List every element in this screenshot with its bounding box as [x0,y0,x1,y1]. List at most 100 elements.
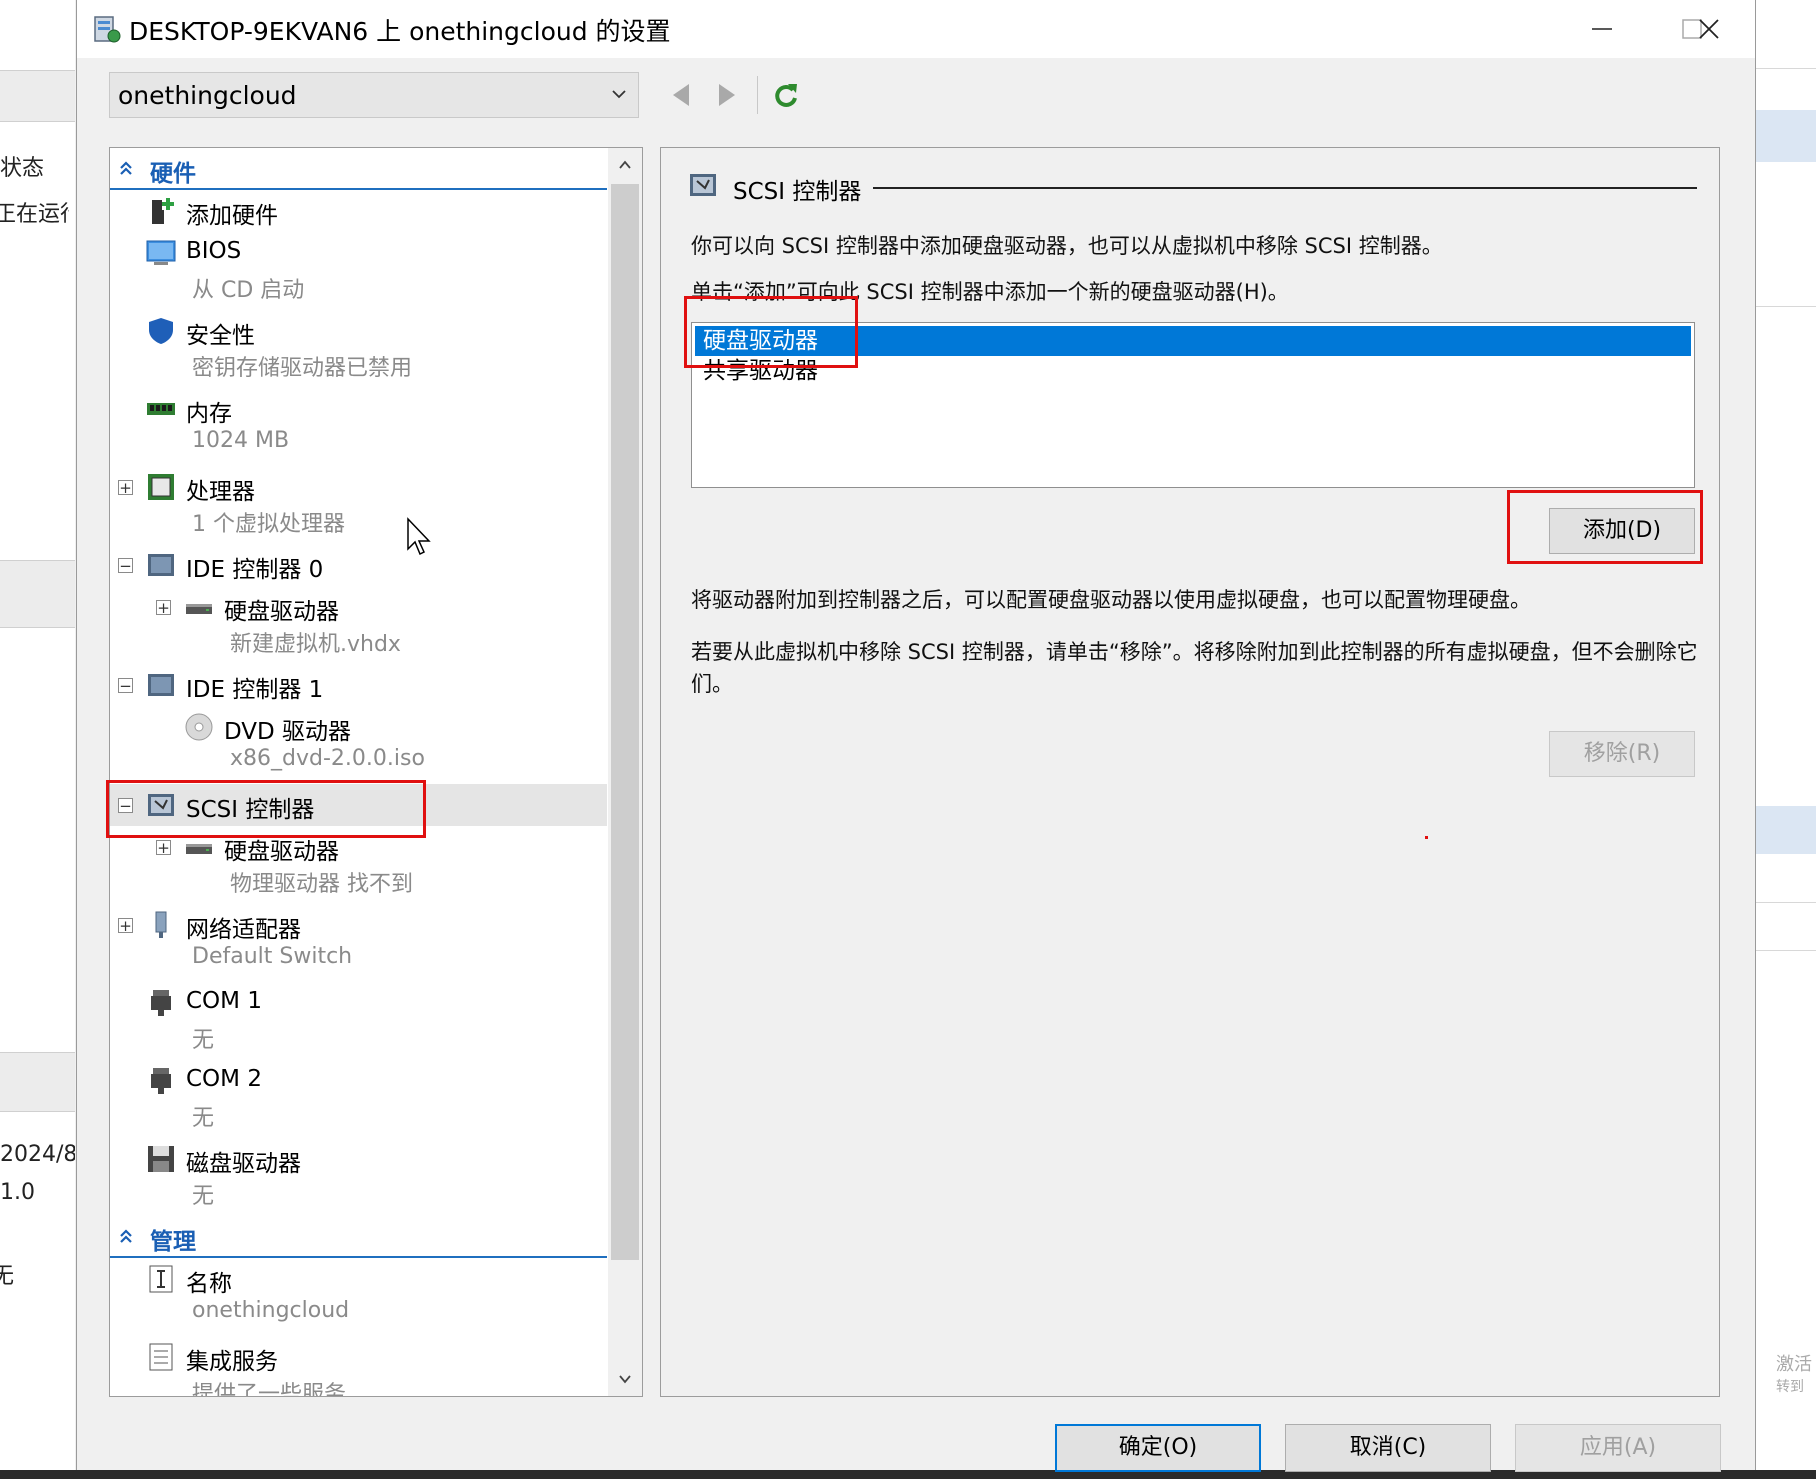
detail-pane: SCSI 控制器 你可以向 SCSI 控制器中添加硬盘驱动器，也可以从虚拟机中移… [660,147,1720,1397]
minimize-button[interactable] [1557,0,1647,58]
window-title: DESKTOP-9EKVAN6 上 onethingcloud 的设置 [129,17,671,46]
expand-icon[interactable]: + [118,480,133,496]
chevron-down-icon [619,1375,631,1384]
list-item-hard-drive[interactable]: 硬盘驱动器 [695,326,1691,356]
tree-item-scsi-controller[interactable]: − SCSI 控制器 [110,784,607,826]
com-port-icon [151,1068,171,1094]
memory-icon [147,403,175,415]
collapse-up-icon [120,1229,132,1243]
expand-icon[interactable]: + [118,918,133,934]
tree-item-name[interactable]: 名称 onethingcloud [110,1258,607,1328]
shield-icon [149,318,173,344]
tree-item-com1[interactable]: COM 1 无 [110,982,607,1053]
tree-item-sub: 密钥存储驱动器已禁用 [192,356,413,381]
drive-type-list[interactable]: 硬盘驱动器 共享驱动器 [691,322,1695,488]
tree-item-label: COM 1 [186,988,262,1014]
tree-item-label: 磁盘驱动器 [186,1151,301,1177]
minimize-icon [1592,28,1612,30]
info-text: 将驱动器附加到控制器之后，可以配置硬盘驱动器以使用虚拟硬盘，也可以配置物理硬盘。 [691,588,1531,612]
scroll-down-button[interactable] [608,1362,642,1396]
vm-selector-dropdown[interactable]: onethingcloud [109,72,639,118]
tree-item-sub: 1 个虚拟处理器 [192,512,345,537]
expand-icon[interactable]: + [156,600,171,616]
tree-item-label: 处理器 [186,479,255,505]
tree-item-security[interactable]: 安全性 密钥存储驱动器已禁用 [110,310,607,381]
pane-header: SCSI 控制器 [687,170,1697,206]
remove-info-text: 若要从此虚拟机中移除 SCSI 控制器，请单击“移除”。将移除附加到此控制器的所… [691,640,1698,696]
chevron-down-icon [612,90,626,99]
vm-selector-value: onethingcloud [118,81,297,110]
tree-item-bios[interactable]: BIOS 从 CD 启动 [110,232,607,303]
tree-item-label: IDE 控制器 1 [186,677,324,703]
tree-item-integration-services[interactable]: 集成服务 提供了一些服务 [110,1336,607,1396]
tree-item-label: 安全性 [186,323,255,349]
hardware-tree: 硬件 添加硬件 BIOS 从 CD 启动 安全性 密钥存储驱动器已禁用 内存 1… [109,147,643,1397]
background-text: 1.0 [0,1180,35,1205]
instruction-text: 单击“添加”可向此 SCSI 控制器中添加一个新的硬盘驱动器(H)。 [691,280,1289,304]
scroll-up-button[interactable] [608,148,642,182]
scsi-controller-icon [690,174,716,196]
chevron-up-icon [619,160,631,169]
pane-title: SCSI 控制器 [733,172,874,206]
mouse-pointer-icon [407,517,431,556]
tree-item-hard-drive[interactable]: + 硬盘驱动器 新建虚拟机.vhdx [110,586,607,657]
background-app-left: 状态 正在运行 2024/8/7 1.0 无 [0,0,75,1479]
ok-button[interactable]: 确定(O) [1055,1424,1261,1472]
section-header-hardware[interactable]: 硬件 [110,148,607,190]
tree-item-scsi-hard-drive[interactable]: + 硬盘驱动器 物理驱动器 找不到 [110,826,607,897]
refresh-icon[interactable] [771,78,801,112]
settings-server-icon [94,16,121,43]
tree-item-sub: Default Switch [192,944,353,969]
collapse-icon[interactable]: − [118,678,133,694]
tree-item-sub: 1024 MB [192,428,290,453]
stray-mark [1425,836,1428,839]
tree-item-label: DVD 驱动器 [224,719,352,745]
network-adapter-icon [155,911,167,938]
tree-item-sub: 无 [192,1106,215,1131]
arrow-left-icon[interactable] [667,78,697,112]
scsi-controller-icon [148,794,174,816]
tree-item-network-adapter[interactable]: + 网络适配器 Default Switch [110,904,607,974]
background-text: 2024/8/7 [0,1142,75,1167]
tree-item-label: 硬盘驱动器 [224,839,339,865]
tree-item-floppy-drive[interactable]: 磁盘驱动器 无 [110,1138,607,1209]
list-item-shared-drive[interactable]: 共享驱动器 [695,356,1691,386]
collapse-icon[interactable]: − [118,558,133,574]
section-header-label: 硬件 [150,161,196,187]
tree-item-memory[interactable]: 内存 1024 MB [110,388,607,458]
title-bar[interactable]: DESKTOP-9EKVAN6 上 onethingcloud 的设置 [77,0,1755,58]
section-header-management[interactable]: 管理 [110,1216,607,1258]
tree-item-sub: 无 [192,1184,215,1209]
tree-item-label: BIOS [186,238,242,264]
expand-icon[interactable]: + [156,840,171,856]
scrollbar-thumb[interactable] [611,184,639,1260]
close-button[interactable] [1664,0,1754,58]
section-header-label: 管理 [150,1229,196,1255]
close-icon [1699,19,1719,39]
background-text: 状态 [0,156,45,181]
tree-item-processor[interactable]: + 处理器 1 个虚拟处理器 [110,466,607,537]
monitor-icon [146,240,176,265]
floppy-icon [148,1146,174,1172]
collapse-icon[interactable]: − [118,798,133,814]
background-app-right: 激活 转到 [1754,0,1816,1479]
tree-scrollbar[interactable] [608,148,642,1396]
tree-item-com2[interactable]: COM 2 无 [110,1060,607,1131]
remove-button[interactable]: 移除(R) [1549,731,1695,777]
arrow-right-icon[interactable] [711,78,741,112]
tree-item-dvd-drive[interactable]: DVD 驱动器 x86_dvd-2.0.0.iso [110,706,607,776]
tree-item-label: 添加硬件 [186,203,278,229]
tree-item-sub: 新建虚拟机.vhdx [230,632,401,657]
apply-button[interactable]: 应用(A) [1515,1424,1721,1472]
tree-item-label: COM 2 [186,1066,262,1092]
tree-item-label: IDE 控制器 0 [186,557,324,583]
add-button[interactable]: 添加(D) [1549,508,1695,554]
tree-item-sub: 物理驱动器 找不到 [230,872,413,897]
header-rule [733,187,1697,189]
activation-watermark: 激活 [1776,1354,1812,1375]
tree-item-sub: 从 CD 启动 [192,278,305,303]
cancel-button[interactable]: 取消(C) [1285,1424,1491,1472]
toolbar-separator [757,76,758,114]
dvd-icon [185,713,213,741]
tree-item-label: 硬盘驱动器 [224,599,339,625]
